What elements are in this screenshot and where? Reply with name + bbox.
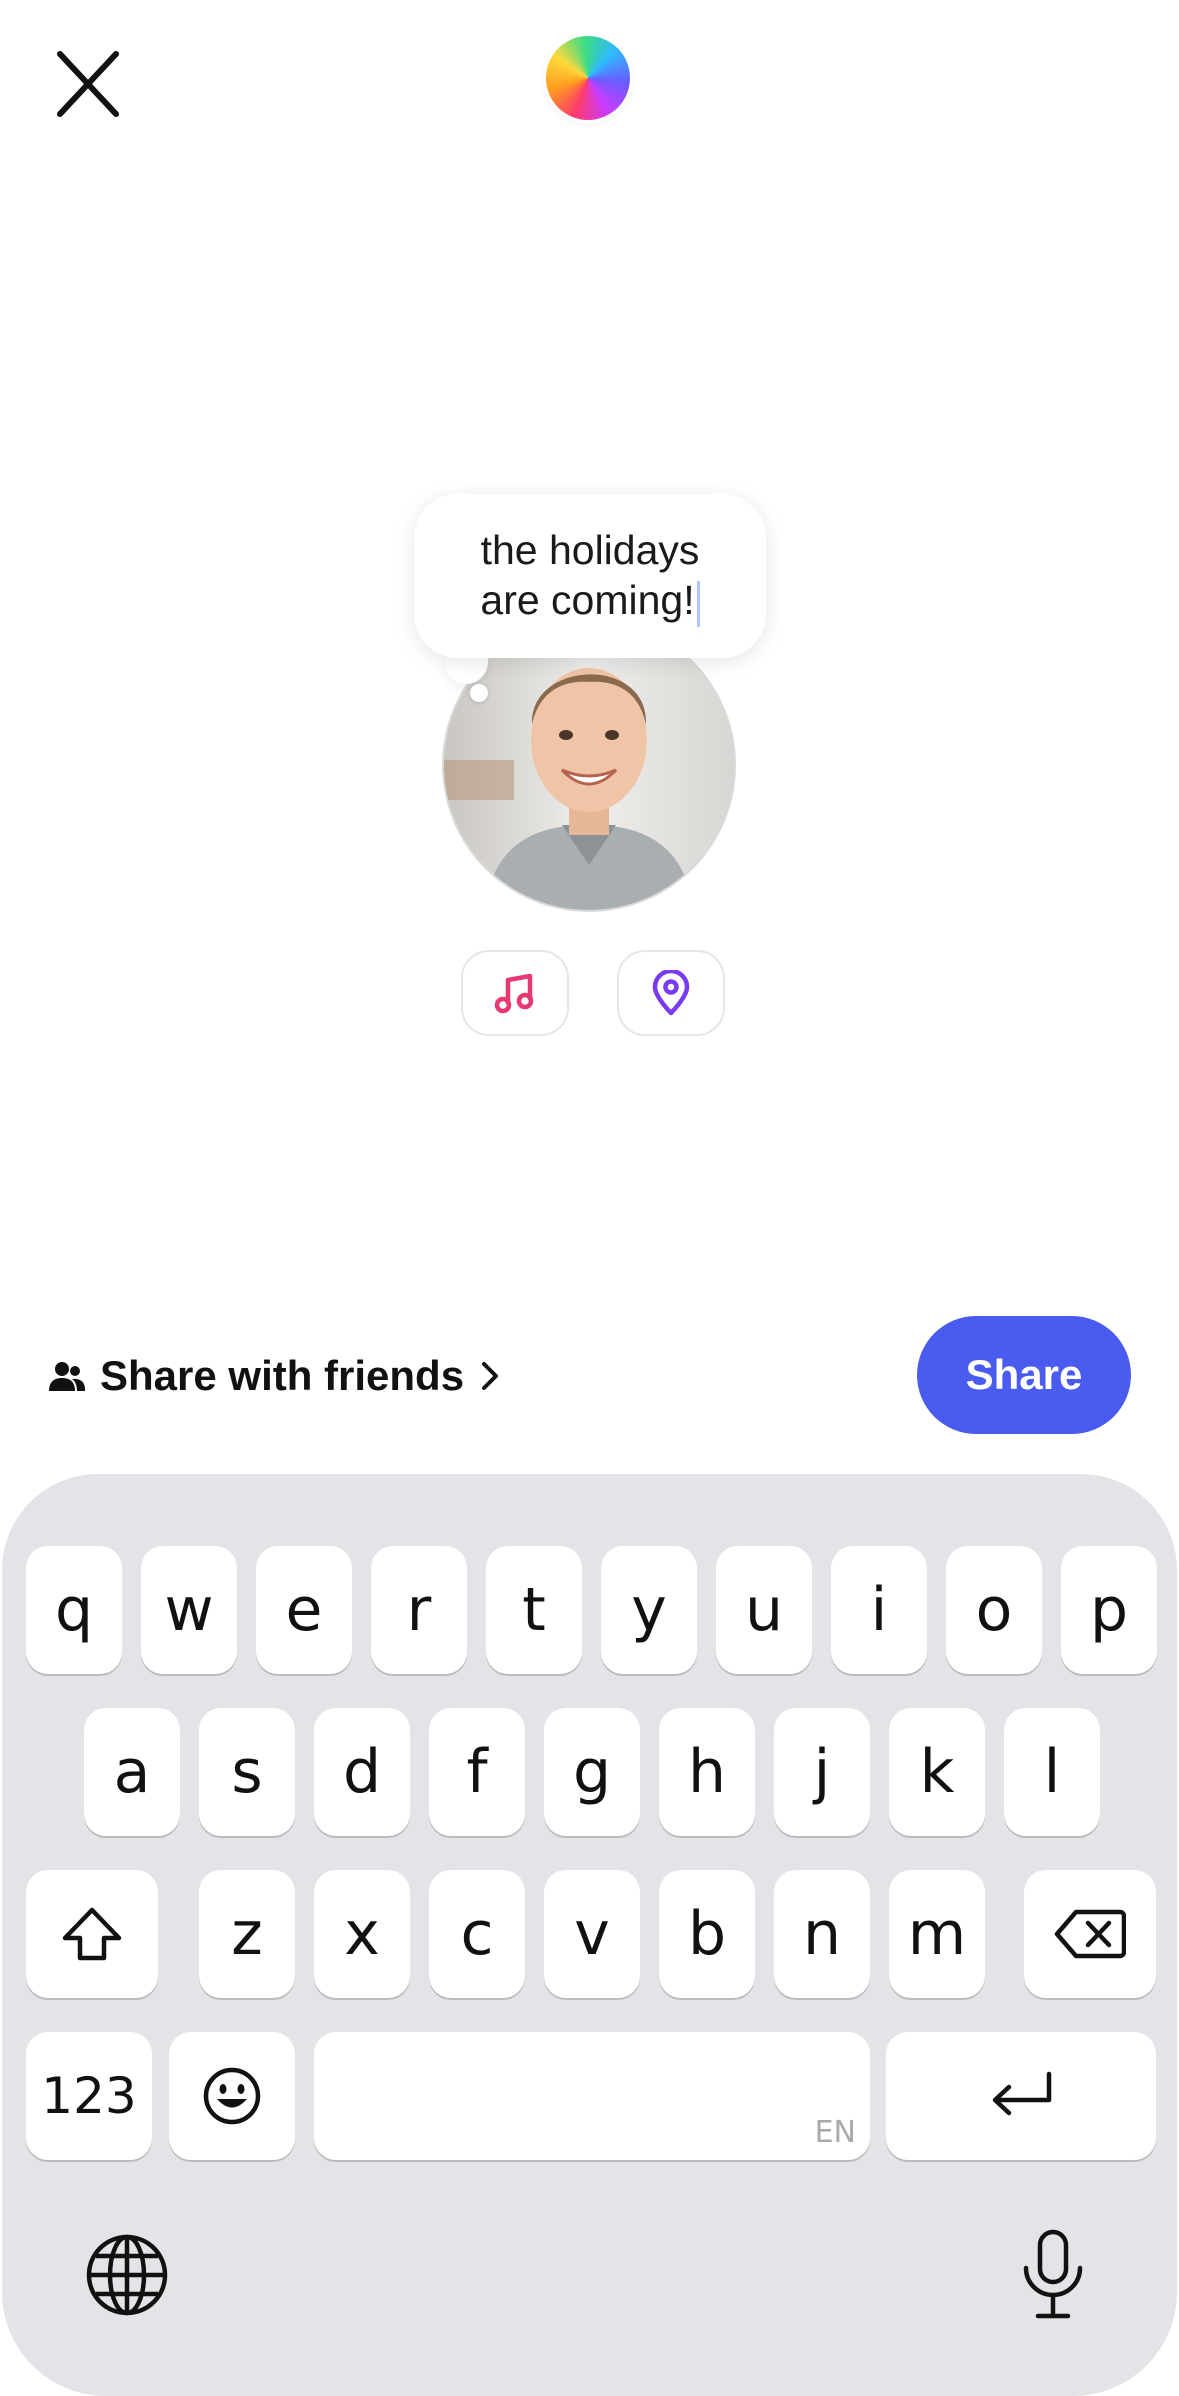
backspace-key[interactable] (1024, 1870, 1156, 1998)
key-b[interactable]: b (659, 1870, 755, 1998)
key-e[interactable]: e (256, 1546, 352, 1674)
backspace-icon (1054, 1909, 1126, 1959)
music-note-icon (494, 973, 534, 1014)
key-w[interactable]: w (141, 1546, 237, 1674)
emoji-icon (203, 2067, 261, 2125)
add-location-button[interactable] (617, 950, 725, 1036)
return-key[interactable] (886, 2032, 1156, 2160)
key-o[interactable]: o (946, 1546, 1042, 1674)
key-u[interactable]: u (716, 1546, 812, 1674)
share-button[interactable]: Share (917, 1316, 1131, 1434)
key-r[interactable]: r (371, 1546, 467, 1674)
key-l[interactable]: l (1004, 1708, 1100, 1836)
close-button[interactable] (48, 44, 128, 124)
close-icon (57, 51, 119, 117)
dictation-button[interactable] (1018, 2228, 1088, 2322)
key-z[interactable]: z (199, 1870, 295, 1998)
share-audience-label: Share with friends (100, 1352, 465, 1399)
emoji-key[interactable] (169, 2032, 295, 2160)
people-icon (49, 1362, 85, 1391)
bubble-dot (470, 684, 488, 702)
text-cursor (696, 580, 700, 627)
color-picker-orb[interactable] (546, 36, 630, 120)
shift-icon (62, 1907, 122, 1961)
note-line-2: are coming! (480, 577, 695, 624)
key-k[interactable]: k (889, 1708, 985, 1836)
key-q[interactable]: q (26, 1546, 122, 1674)
location-pin-icon (652, 970, 690, 1016)
key-c[interactable]: c (429, 1870, 525, 1998)
return-icon (992, 2071, 1052, 2116)
key-t[interactable]: t (486, 1546, 582, 1674)
chevron-right-icon (482, 1362, 499, 1390)
microphone-icon (1023, 2229, 1083, 2319)
key-i[interactable]: i (831, 1546, 927, 1674)
key-g[interactable]: g (544, 1708, 640, 1836)
note-bubble[interactable]: the holidays are coming! (414, 494, 766, 658)
key-j[interactable]: j (774, 1708, 870, 1836)
key-p[interactable]: p (1061, 1546, 1157, 1674)
language-tag: EN (814, 2115, 856, 2150)
key-f[interactable]: f (429, 1708, 525, 1836)
key-x[interactable]: x (314, 1870, 410, 1998)
globe-icon (86, 2234, 168, 2316)
shift-key[interactable] (26, 1870, 158, 1998)
numbers-key[interactable]: 123 (26, 2032, 152, 2160)
globe-button[interactable] (84, 2232, 170, 2318)
note-line-1: the holidays (480, 527, 700, 574)
share-audience-selector[interactable]: Share with friends (48, 1340, 502, 1412)
add-music-button[interactable] (461, 950, 569, 1036)
key-a[interactable]: a (84, 1708, 180, 1836)
key-v[interactable]: v (544, 1870, 640, 1998)
key-h[interactable]: h (659, 1708, 755, 1836)
key-y[interactable]: y (601, 1546, 697, 1674)
key-n[interactable]: n (774, 1870, 870, 1998)
key-s[interactable]: s (199, 1708, 295, 1836)
key-d[interactable]: d (314, 1708, 410, 1836)
key-m[interactable]: m (889, 1870, 985, 1998)
keyboard: q w e r t y u i o p a s d f g h j k l z … (2, 1474, 1177, 2396)
space-key[interactable]: EN (314, 2032, 870, 2160)
